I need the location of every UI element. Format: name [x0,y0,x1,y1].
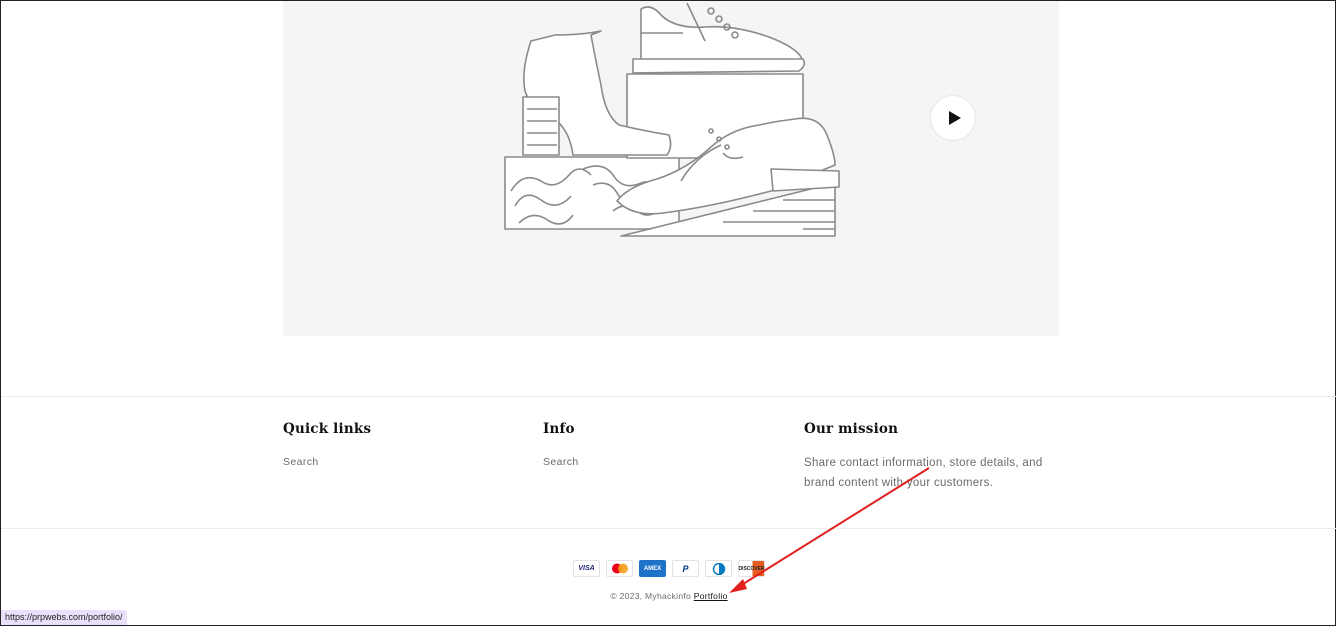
copyright-text: © 2023, Myhackinfo [610,591,692,601]
footer-divider-top [1,396,1336,397]
mastercard-icon [606,560,633,577]
diners-icon [705,560,732,577]
shoes-illustration [504,2,840,237]
payment-icons: VISA AMEX P DISCOVER [573,560,765,577]
browser-status-url: https://prpwebs.com/portfolio/ [1,610,127,625]
info-search-link[interactable]: Search [543,456,579,468]
quick-links-heading: Quick links [283,421,372,437]
footer-quick-links: Quick links Search [283,421,371,468]
mission-text: Share contact information, store details… [804,457,1043,489]
paypal-icon: P [672,560,699,577]
discover-icon: DISCOVER [738,560,765,577]
copyright: © 2023, Myhackinfo Portfolio [1,591,1336,601]
amex-icon: AMEX [639,560,666,577]
footer-divider-bottom [1,528,1336,529]
footer-info: Info Search [543,421,579,468]
portfolio-link[interactable]: Portfolio [694,591,728,601]
footer-mission: Our mission Share contact information, s… [804,421,1044,493]
info-heading: Info [543,421,575,437]
video-section [283,1,1059,336]
visa-icon: VISA [573,560,600,577]
play-icon [948,111,961,125]
quick-links-search-link[interactable]: Search [283,456,371,468]
mission-heading: Our mission [804,421,899,437]
play-button[interactable] [931,96,975,140]
